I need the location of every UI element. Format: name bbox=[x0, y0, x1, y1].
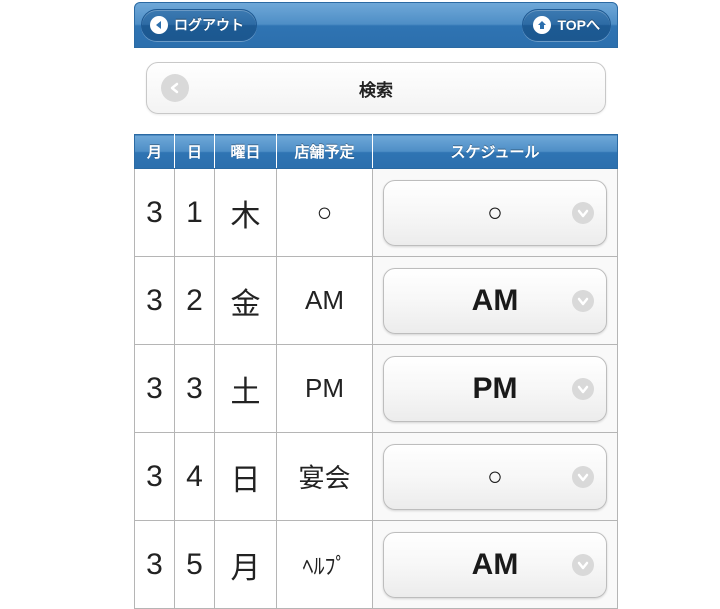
cell-plan: ○ bbox=[277, 169, 373, 257]
search-section: 検索 bbox=[134, 48, 618, 134]
top-button[interactable]: TOPへ bbox=[522, 9, 611, 41]
table-row: 3 1 木 ○ ○ bbox=[135, 169, 618, 257]
search-button[interactable]: 検索 bbox=[146, 62, 606, 114]
cell-day: 4 bbox=[175, 433, 215, 521]
cell-schedule: AM bbox=[373, 257, 618, 345]
schedule-select[interactable]: PM bbox=[383, 356, 607, 422]
schedule-select[interactable]: ○ bbox=[383, 444, 607, 510]
cell-weekday: 木 bbox=[215, 169, 277, 257]
chevron-down-icon bbox=[572, 554, 594, 576]
cell-plan: 宴会 bbox=[277, 433, 373, 521]
top-label: TOPへ bbox=[557, 15, 600, 35]
cell-schedule: ○ bbox=[373, 433, 618, 521]
schedule-value: AM bbox=[472, 548, 519, 582]
search-label: 検索 bbox=[147, 76, 605, 101]
col-schedule: スケジュール bbox=[373, 135, 618, 169]
table-row: 3 4 日 宴会 ○ bbox=[135, 433, 618, 521]
back-arrow-icon bbox=[150, 16, 168, 34]
cell-plan: ﾍﾙﾌﾟ bbox=[277, 521, 373, 609]
cell-month: 3 bbox=[135, 257, 175, 345]
col-day: 日 bbox=[175, 135, 215, 169]
app-frame: ログアウト TOPへ 検索 月 日 bbox=[134, 2, 618, 558]
schedule-value: ○ bbox=[487, 197, 503, 228]
cell-weekday: 月 bbox=[215, 521, 277, 609]
logout-label: ログアウト bbox=[174, 15, 244, 35]
table-row: 3 2 金 AM AM bbox=[135, 257, 618, 345]
cell-weekday: 日 bbox=[215, 433, 277, 521]
schedule-value: ○ bbox=[487, 461, 503, 492]
schedule-select[interactable]: ○ bbox=[383, 180, 607, 246]
cell-month: 3 bbox=[135, 345, 175, 433]
cell-month: 3 bbox=[135, 521, 175, 609]
schedule-value: AM bbox=[472, 284, 519, 318]
top-nav-bar: ログアウト TOPへ bbox=[134, 2, 618, 48]
logout-button[interactable]: ログアウト bbox=[141, 9, 257, 41]
schedule-select[interactable]: AM bbox=[383, 532, 607, 598]
home-icon bbox=[533, 16, 551, 34]
schedule-select[interactable]: AM bbox=[383, 268, 607, 334]
cell-schedule: ○ bbox=[373, 169, 618, 257]
cell-month: 3 bbox=[135, 169, 175, 257]
chevron-down-icon bbox=[572, 202, 594, 224]
col-plan: 店舗予定 bbox=[277, 135, 373, 169]
schedule-value: PM bbox=[473, 372, 518, 406]
chevron-down-icon bbox=[572, 466, 594, 488]
table-header-row: 月 日 曜日 店舗予定 スケジュール bbox=[135, 135, 618, 169]
schedule-table: 月 日 曜日 店舗予定 スケジュール 3 1 木 ○ ○ bbox=[134, 134, 618, 609]
table-row: 3 3 土 PM PM bbox=[135, 345, 618, 433]
table-row: 3 5 月 ﾍﾙﾌﾟ AM bbox=[135, 521, 618, 609]
chevron-down-icon bbox=[572, 290, 594, 312]
cell-plan: PM bbox=[277, 345, 373, 433]
cell-day: 1 bbox=[175, 169, 215, 257]
cell-weekday: 金 bbox=[215, 257, 277, 345]
chevron-down-icon bbox=[572, 378, 594, 400]
cell-schedule: PM bbox=[373, 345, 618, 433]
col-month: 月 bbox=[135, 135, 175, 169]
chevron-left-icon bbox=[161, 74, 189, 102]
cell-day: 3 bbox=[175, 345, 215, 433]
cell-schedule: AM bbox=[373, 521, 618, 609]
cell-plan: AM bbox=[277, 257, 373, 345]
cell-day: 2 bbox=[175, 257, 215, 345]
cell-month: 3 bbox=[135, 433, 175, 521]
col-weekday: 曜日 bbox=[215, 135, 277, 169]
cell-day: 5 bbox=[175, 521, 215, 609]
cell-weekday: 土 bbox=[215, 345, 277, 433]
